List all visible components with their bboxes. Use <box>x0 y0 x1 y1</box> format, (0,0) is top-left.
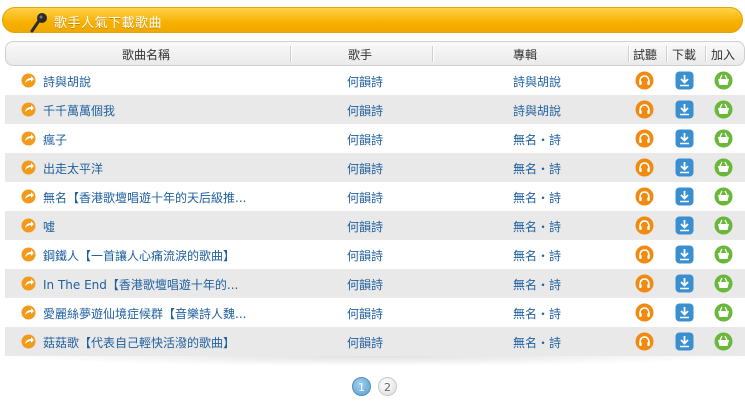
headphones-icon[interactable] <box>635 158 654 177</box>
headphones-icon[interactable] <box>635 245 654 264</box>
singer-link[interactable]: 何韻詩 <box>295 247 435 264</box>
microphone-icon <box>30 13 47 33</box>
headphones-icon[interactable] <box>635 129 654 148</box>
headphones-icon[interactable] <box>635 100 654 119</box>
shopping-basket-icon[interactable] <box>714 274 733 293</box>
arrow-circle-icon <box>21 305 36 320</box>
arrow-circle-icon <box>21 276 36 291</box>
singer-link[interactable]: 何韻詩 <box>295 160 435 177</box>
table-row: 愛麗絲夢遊仙境症候群【音樂詩人魏... 何韻詩 無名・詩 <box>5 298 745 327</box>
singer-link[interactable]: 何韻詩 <box>295 305 435 322</box>
arrow-circle-icon <box>21 102 36 117</box>
singer-link[interactable]: 何韻詩 <box>295 73 435 90</box>
download-icon[interactable] <box>675 274 694 293</box>
column-header-download: 下載 <box>672 48 697 62</box>
arrow-circle-icon <box>21 73 36 88</box>
download-icon[interactable] <box>675 129 694 148</box>
arrow-circle-icon <box>21 131 36 146</box>
song-title-link[interactable]: In The End【香港歌壇唱遊十年的... <box>43 276 283 293</box>
singer-link[interactable]: 何韻詩 <box>295 334 435 351</box>
download-icon[interactable] <box>675 216 694 235</box>
album-link[interactable]: 詩與胡說 <box>437 73 637 90</box>
album-link[interactable]: 無名・詩 <box>437 160 637 177</box>
song-title-link[interactable]: 菇菇歌【代表自己輕快活潑的歌曲】 <box>43 334 283 351</box>
singer-link[interactable]: 何韻詩 <box>295 131 435 148</box>
section-title: 歌手人氣下載歌曲 <box>54 16 163 31</box>
column-header-song: 歌曲名稱 <box>122 48 171 62</box>
song-title-link[interactable]: 鋼鐵人【一首讓人心痛流淚的歌曲】 <box>43 247 283 264</box>
table-row: 菇菇歌【代表自己輕快活潑的歌曲】 何韻詩 無名・詩 <box>5 327 745 356</box>
album-link[interactable]: 無名・詩 <box>437 247 637 264</box>
table-row: 詩與胡說 何韻詩 詩與胡說 <box>5 66 745 95</box>
arrow-circle-icon <box>21 189 36 204</box>
song-title-link[interactable]: 愛麗絲夢遊仙境症候群【音樂詩人魏... <box>43 305 283 322</box>
singer-link[interactable]: 何韻詩 <box>295 276 435 293</box>
section-header-bar: 歌手人氣下載歌曲 <box>2 7 743 33</box>
column-header-singer: 歌手 <box>348 48 373 62</box>
table-row: In The End【香港歌壇唱遊十年的... 何韻詩 無名・詩 <box>5 269 745 298</box>
shopping-basket-icon[interactable] <box>714 71 733 90</box>
album-link[interactable]: 無名・詩 <box>437 218 637 235</box>
headphones-icon[interactable] <box>635 71 654 90</box>
headphones-icon[interactable] <box>635 303 654 322</box>
shopping-basket-icon[interactable] <box>714 332 733 351</box>
album-link[interactable]: 詩與胡說 <box>437 102 637 119</box>
singer-link[interactable]: 何韻詩 <box>295 189 435 206</box>
song-title-link[interactable]: 詩與胡說 <box>43 73 283 90</box>
download-icon[interactable] <box>675 100 694 119</box>
table-row: 無名【香港歌壇唱遊十年的天后級推... 何韻詩 無名・詩 <box>5 182 745 211</box>
table-row: 出走太平洋 何韻詩 無名・詩 <box>5 153 745 182</box>
song-title-link[interactable]: 千千萬萬個我 <box>43 102 283 119</box>
album-link[interactable]: 無名・詩 <box>437 131 637 148</box>
column-divider <box>666 46 667 62</box>
shopping-basket-icon[interactable] <box>714 129 733 148</box>
column-divider <box>432 46 433 62</box>
singer-link[interactable]: 何韻詩 <box>295 218 435 235</box>
column-divider <box>290 46 291 62</box>
download-icon[interactable] <box>675 303 694 322</box>
album-link[interactable]: 無名・詩 <box>437 334 637 351</box>
album-link[interactable]: 無名・詩 <box>437 189 637 206</box>
arrow-circle-icon <box>21 160 36 175</box>
column-header-listen: 試聽 <box>633 48 658 62</box>
table-row: 千千萬萬個我 何韻詩 詩與胡說 <box>5 95 745 124</box>
page-1-button[interactable]: 1 <box>352 377 371 396</box>
page-2-button[interactable]: 2 <box>378 377 397 396</box>
album-link[interactable]: 無名・詩 <box>437 276 637 293</box>
arrow-circle-icon <box>21 218 36 233</box>
song-title-link[interactable]: 出走太平洋 <box>43 160 283 177</box>
shopping-basket-icon[interactable] <box>714 187 733 206</box>
shopping-basket-icon[interactable] <box>714 303 733 322</box>
arrow-circle-icon <box>21 334 36 349</box>
shopping-basket-icon[interactable] <box>714 158 733 177</box>
arrow-circle-icon <box>21 247 36 262</box>
headphones-icon[interactable] <box>635 187 654 206</box>
song-title-link[interactable]: 無名【香港歌壇唱遊十年的天后級推... <box>43 189 283 206</box>
table-row: 噓 何韻詩 無名・詩 <box>5 211 745 240</box>
download-icon[interactable] <box>675 158 694 177</box>
song-list: 詩與胡說 何韻詩 詩與胡說 千千萬萬個我 何韻詩 詩與胡說 瘋子 何韻詩 無名・… <box>5 66 745 356</box>
download-icon[interactable] <box>675 332 694 351</box>
shopping-basket-icon[interactable] <box>714 216 733 235</box>
download-icon[interactable] <box>675 187 694 206</box>
headphones-icon[interactable] <box>635 216 654 235</box>
table-bottom-shadow <box>5 356 745 366</box>
column-header-add: 加入 <box>711 48 736 62</box>
album-link[interactable]: 無名・詩 <box>437 305 637 322</box>
singer-link[interactable]: 何韻詩 <box>295 102 435 119</box>
table-header: 歌曲名稱 歌手 專輯 試聽 下載 加入 <box>5 41 745 66</box>
table-row: 瘋子 何韻詩 無名・詩 <box>5 124 745 153</box>
headphones-icon[interactable] <box>635 332 654 351</box>
table-row: 鋼鐵人【一首讓人心痛流淚的歌曲】 何韻詩 無名・詩 <box>5 240 745 269</box>
shopping-basket-icon[interactable] <box>714 245 733 264</box>
song-title-link[interactable]: 瘋子 <box>43 131 283 148</box>
song-title-link[interactable]: 噓 <box>43 218 283 235</box>
download-icon[interactable] <box>675 245 694 264</box>
download-icon[interactable] <box>675 71 694 90</box>
column-header-album: 專輯 <box>513 48 538 62</box>
column-divider <box>628 46 629 62</box>
shopping-basket-icon[interactable] <box>714 100 733 119</box>
column-divider <box>705 46 706 62</box>
headphones-icon[interactable] <box>635 274 654 293</box>
